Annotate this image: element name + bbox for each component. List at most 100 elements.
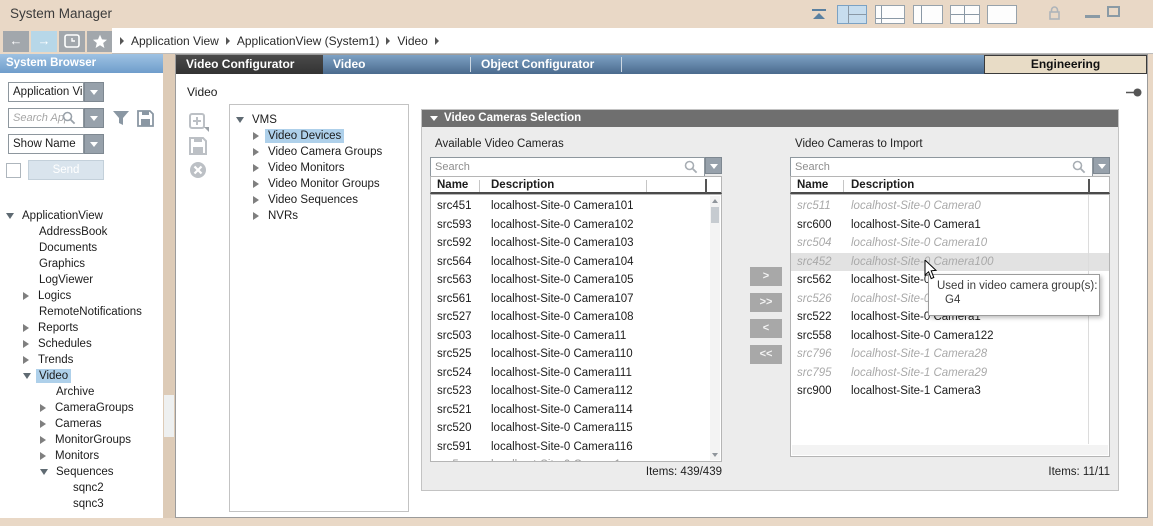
tree-collapse-arrow-icon[interactable]	[23, 373, 31, 379]
browser-tree-item-applicationview[interactable]: ApplicationView	[0, 208, 163, 224]
column-separator[interactable]	[646, 180, 647, 192]
import-row[interactable]: src900localhost-Site-1 Camera3	[791, 382, 1109, 401]
tree-expand-arrow-icon[interactable]	[253, 132, 259, 140]
browser-tree-item-logics[interactable]: Logics	[0, 288, 163, 304]
save-floppy-icon[interactable]	[189, 137, 207, 155]
layout-left-icon[interactable]	[913, 5, 943, 24]
sidebar-splitter[interactable]	[163, 54, 175, 518]
view-selector[interactable]: Application View	[8, 82, 84, 102]
export-add-icon[interactable]	[188, 111, 210, 133]
collapse-up-icon[interactable]	[812, 9, 826, 19]
vms-tree-item-nvrs[interactable]: NVRs	[230, 208, 408, 224]
browser-tree-item-sequences[interactable]: Sequences	[0, 464, 163, 480]
lock-icon[interactable]	[1048, 6, 1061, 22]
browser-tree-item-monitorgroups[interactable]: MonitorGroups	[0, 432, 163, 448]
vms-tree-item-video-sequences[interactable]: Video Sequences	[230, 192, 408, 208]
tree-expand-arrow-icon[interactable]	[23, 324, 29, 332]
group-header[interactable]: Video Cameras Selection	[422, 110, 1118, 127]
import-row[interactable]: src795localhost-Site-1 Camera29	[791, 364, 1109, 383]
available-row[interactable]: src451localhost-Site-0 Camera101	[431, 197, 710, 216]
available-column-header-description[interactable]: Description	[491, 179, 554, 191]
browser-tree-item-cameras[interactable]: Cameras	[0, 416, 163, 432]
browser-tree-item-documents[interactable]: Documents	[0, 240, 163, 256]
tree-expand-arrow-icon[interactable]	[40, 436, 46, 444]
engineering-mode-button[interactable]: Engineering	[984, 55, 1147, 74]
available-search-input[interactable]	[430, 157, 705, 177]
available-row[interactable]: src563localhost-Site-0 Camera105	[431, 271, 710, 290]
vms-tree-item-video-monitor-groups[interactable]: Video Monitor Groups	[230, 176, 408, 192]
available-row[interactable]: src521localhost-Site-0 Camera114	[431, 401, 710, 420]
layout-grid-icon[interactable]	[950, 5, 980, 24]
tree-expand-arrow-icon[interactable]	[253, 180, 259, 188]
layout-single-icon[interactable]	[987, 5, 1017, 24]
column-separator[interactable]	[843, 180, 844, 192]
move-left-button[interactable]: <	[750, 319, 782, 338]
tree-collapse-arrow-icon[interactable]	[236, 117, 244, 123]
tree-expand-arrow-icon[interactable]	[40, 420, 46, 428]
sidebar-search-dropdown-icon[interactable]	[84, 108, 104, 128]
tab-object-configurator[interactable]: Object Configurator	[471, 55, 621, 74]
breadcrumb-item[interactable]: Video	[397, 34, 427, 48]
browser-tree-item-logviewer[interactable]: LogViewer	[0, 272, 163, 288]
available-row[interactable]: src523localhost-Site-0 Camera112	[431, 382, 710, 401]
browser-tree-item-cameragroups[interactable]: CameraGroups	[0, 400, 163, 416]
move-all-left-button[interactable]: <<	[750, 345, 782, 364]
browser-tree-item-sqnc2[interactable]: sqnc2	[0, 480, 163, 496]
tree-expand-arrow-icon[interactable]	[23, 292, 29, 300]
tree-expand-arrow-icon[interactable]	[253, 212, 259, 220]
browser-tree-item-schedules[interactable]: Schedules	[0, 336, 163, 352]
vms-tree-item-vms[interactable]: VMS	[230, 112, 408, 128]
available-column-header-name[interactable]: Name	[437, 179, 468, 191]
column-separator[interactable]	[1088, 179, 1090, 193]
browser-tree-item-video[interactable]: Video	[0, 368, 163, 384]
browser-tree-item-graphics[interactable]: Graphics	[0, 256, 163, 272]
import-row[interactable]: src600localhost-Site-0 Camera1	[791, 216, 1109, 235]
layout-bottom-icon[interactable]	[875, 5, 905, 24]
display-mode-dropdown-icon[interactable]	[84, 134, 104, 154]
tree-collapse-arrow-icon[interactable]	[6, 213, 14, 219]
import-list-hscrollbar[interactable]	[792, 445, 1108, 455]
available-row-partial[interactable]: src5localhost-Site-0 Camera1	[431, 456, 710, 462]
splitter-handle[interactable]	[164, 395, 174, 437]
history-icon[interactable]	[59, 31, 85, 52]
pin-icon[interactable]	[1126, 88, 1142, 97]
tree-expand-arrow-icon[interactable]	[253, 196, 259, 204]
available-row[interactable]: src561localhost-Site-0 Camera107	[431, 290, 710, 309]
back-icon[interactable]: ←	[3, 31, 29, 52]
breadcrumb-item[interactable]: Application View	[131, 34, 219, 48]
import-row[interactable]: src511localhost-Site-0 Camera0	[791, 197, 1109, 216]
available-search-dropdown-icon[interactable]	[705, 157, 722, 174]
tab-video[interactable]: Video	[323, 55, 470, 74]
send-checkbox[interactable]	[6, 163, 21, 178]
import-row[interactable]: src504localhost-Site-0 Camera10	[791, 234, 1109, 253]
save-floppy-icon[interactable]	[137, 110, 154, 127]
move-right-button[interactable]: >	[750, 267, 782, 286]
available-row[interactable]: src520localhost-Site-0 Camera115	[431, 419, 710, 438]
available-row[interactable]: src564localhost-Site-0 Camera104	[431, 253, 710, 272]
browser-tree-item-addressbook[interactable]: AddressBook	[0, 224, 163, 240]
browser-tree-item-trends[interactable]: Trends	[0, 352, 163, 368]
available-row[interactable]: src503localhost-Site-0 Camera11	[431, 327, 710, 346]
tree-expand-arrow-icon[interactable]	[253, 164, 259, 172]
tree-expand-arrow-icon[interactable]	[40, 404, 46, 412]
cancel-circle-icon[interactable]	[189, 161, 207, 179]
import-row[interactable]: src558localhost-Site-0 Camera122	[791, 327, 1109, 346]
breadcrumb-item[interactable]: ApplicationView (System1)	[237, 34, 380, 48]
available-row[interactable]: src593localhost-Site-0 Camera102	[431, 216, 710, 235]
available-row[interactable]: src592localhost-Site-0 Camera103	[431, 234, 710, 253]
display-mode-selector[interactable]: Show Name	[8, 134, 84, 154]
import-search-dropdown-icon[interactable]	[1093, 157, 1110, 174]
browser-tree-item-archive[interactable]: Archive	[0, 384, 163, 400]
browser-tree-item-reports[interactable]: Reports	[0, 320, 163, 336]
import-row[interactable]: src796localhost-Site-1 Camera28	[791, 345, 1109, 364]
column-separator[interactable]	[705, 179, 707, 193]
column-separator[interactable]	[479, 180, 480, 192]
move-all-right-button[interactable]: >>	[750, 293, 782, 312]
forward-icon[interactable]: →	[31, 31, 57, 52]
browser-tree-item-remotenotifications[interactable]: RemoteNotifications	[0, 304, 163, 320]
maximize-icon[interactable]	[1107, 6, 1120, 17]
send-button[interactable]: Send	[28, 160, 104, 180]
tree-expand-arrow-icon[interactable]	[253, 148, 259, 156]
browser-tree-item-sqnc3[interactable]: sqnc3	[0, 496, 163, 512]
minimize-icon[interactable]	[1085, 15, 1100, 18]
